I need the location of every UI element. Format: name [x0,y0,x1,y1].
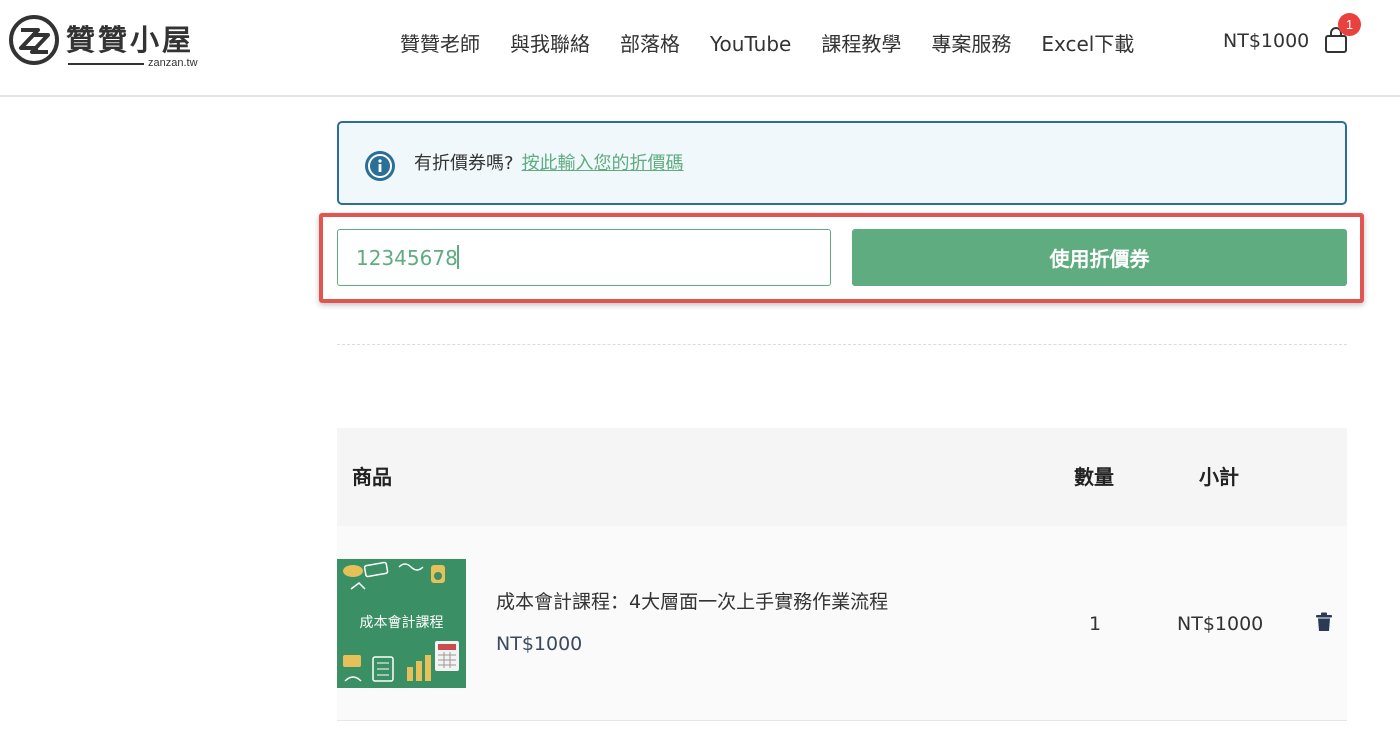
column-header-quantity: 數量 [1074,465,1114,489]
logo-text: 贊贊小屋 zanzan.tw [66,23,198,69]
product-price: NT$1000 [496,633,583,655]
site-logo[interactable]: 贊贊小屋 zanzan.tw [8,14,198,69]
apply-coupon-button[interactable]: 使用折價券 [852,229,1347,286]
section-divider [337,344,1347,345]
nav-item-excel-download[interactable]: Excel下載 [1041,30,1134,58]
nav-item-blog[interactable]: 部落格 [620,30,680,58]
nav-item-contact[interactable]: 與我聯絡 [510,30,590,58]
cart-total[interactable]: NT$1000 [1223,29,1309,53]
coupon-question: 有折價券嗎? [414,153,514,174]
product-quantity[interactable]: 1 [1089,611,1101,637]
cart-table-header: 商品 數量 小計 [337,428,1347,526]
logo-underline [68,63,144,65]
column-header-subtotal: 小計 [1199,465,1239,489]
trash-icon[interactable] [1315,612,1333,632]
coupon-code-input[interactable] [337,229,831,286]
product-subtotal: NT$1000 [1177,613,1264,635]
logo-title: 贊贊小屋 [66,23,195,57]
product-thumbnail[interactable]: 成本會計課程 [337,559,466,688]
info-icon [365,151,395,181]
main-nav: 贊贊老師 與我聯絡 部落格 YouTube 課程教學 專案服務 Excel下載 [400,30,1164,58]
text-cursor [457,245,459,269]
logo-subtitle: zanzan.tw [148,57,198,69]
coupon-notice-text: 有折價券嗎? 按此輸入您的折價碼 [414,152,684,176]
nav-item-courses[interactable]: 課程教學 [821,30,901,58]
product-name[interactable]: 成本會計課程：4大層面一次上手實務作業流程 [496,589,888,615]
site-header: 贊贊小屋 zanzan.tw 贊贊老師 與我聯絡 部落格 YouTube 課程教… [0,0,1400,97]
coupon-toggle-link[interactable]: 按此輸入您的折價碼 [522,153,684,174]
zz-logo-icon [9,15,59,65]
nav-item-youtube[interactable]: YouTube [710,30,791,58]
nav-item-services[interactable]: 專案服務 [931,30,1011,58]
cart-count-badge: 1 [1338,13,1361,36]
coupon-notice: 有折價券嗎? 按此輸入您的折價碼 [337,121,1347,205]
column-header-product: 商品 [352,465,392,489]
thumbnail-title: 成本會計課程 [360,615,444,631]
cart-item-row: 成本會計課程 成本會計課程：4大層面一次上手實務作業流程 NT$1000 1 N… [337,526,1347,721]
nav-item-teacher[interactable]: 贊贊老師 [400,30,480,58]
